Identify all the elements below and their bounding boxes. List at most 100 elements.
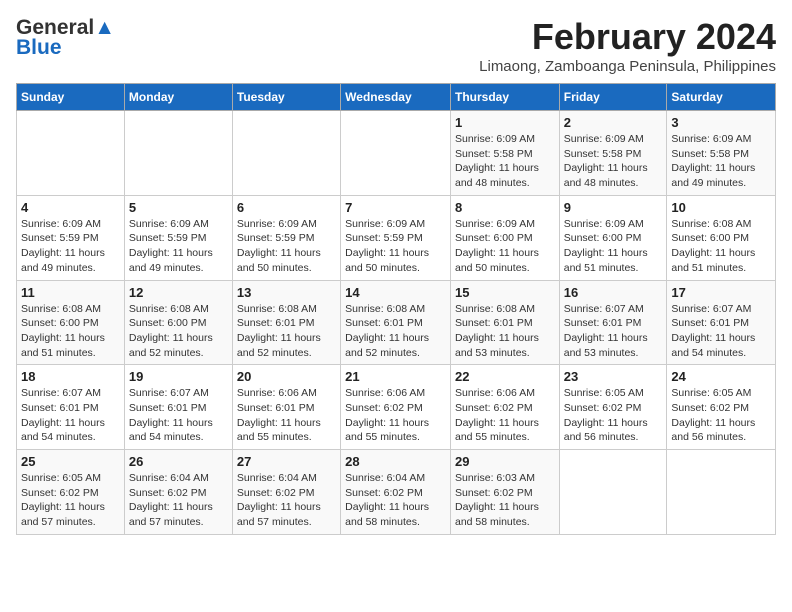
day-number: 21: [345, 369, 446, 384]
title-block: February 2024 Limaong, Zamboanga Peninsu…: [479, 16, 776, 75]
table-row: 21 Sunrise: 6:06 AM Sunset: 6:02 PM Dayli…: [341, 365, 451, 450]
day-content: Sunrise: 6:08 AM Sunset: 6:01 PM Dayligh…: [237, 302, 336, 361]
day-number: 9: [564, 200, 663, 215]
table-row: [667, 450, 776, 535]
table-row: 9 Sunrise: 6:09 AM Sunset: 6:00 PM Daylig…: [559, 195, 667, 280]
table-row: 3 Sunrise: 6:09 AM Sunset: 5:58 PM Daylig…: [667, 111, 776, 196]
day-number: 28: [345, 454, 446, 469]
day-content: Sunrise: 6:04 AM Sunset: 6:02 PM Dayligh…: [237, 471, 336, 530]
calendar-week-1: 1 Sunrise: 6:09 AM Sunset: 5:58 PM Daylig…: [17, 111, 776, 196]
logo: General▲ Blue: [16, 16, 115, 60]
day-number: 4: [21, 200, 120, 215]
table-row: 16Sunrise: 6:07 AM Sunset: 6:01 PM Dayli…: [559, 280, 667, 365]
day-number: 20: [237, 369, 336, 384]
day-number: 25: [21, 454, 120, 469]
table-row: 24 Sunrise: 6:05 AM Sunset: 6:02 PM Dayli…: [667, 365, 776, 450]
table-row: 19 Sunrise: 6:07 AM Sunset: 6:01 PM Dayli…: [124, 365, 232, 450]
calendar-week-4: 18Sunrise: 6:07 AM Sunset: 6:01 PM Dayli…: [17, 365, 776, 450]
table-row: 5 Sunrise: 6:09 AM Sunset: 5:59 PM Daylig…: [124, 195, 232, 280]
header-friday: Friday: [559, 84, 667, 111]
table-row: 28 Sunrise: 6:04 AM Sunset: 6:02 PM Dayli…: [341, 450, 451, 535]
table-row: 12 Sunrise: 6:08 AM Sunset: 6:00 PM Dayli…: [124, 280, 232, 365]
table-row: 11 Sunrise: 6:08 AM Sunset: 6:00 PM Dayli…: [17, 280, 125, 365]
day-content: Sunrise: 6:08 AM Sunset: 6:00 PM Dayligh…: [671, 217, 771, 276]
day-content: Sunrise: 6:06 AM Sunset: 6:02 PM Dayligh…: [455, 386, 555, 445]
day-content: Sunrise: 6:07 AM Sunset: 6:01 PM Dayligh…: [21, 386, 120, 445]
day-content: Sunrise: 6:09 AM Sunset: 6:00 PM Dayligh…: [455, 217, 555, 276]
day-number: 27: [237, 454, 336, 469]
table-row: 6 Sunrise: 6:09 AM Sunset: 5:59 PM Daylig…: [232, 195, 340, 280]
day-content: Sunrise: 6:09 AM Sunset: 5:59 PM Dayligh…: [129, 217, 228, 276]
table-row: 1 Sunrise: 6:09 AM Sunset: 5:58 PM Daylig…: [450, 111, 559, 196]
table-row: 22 Sunrise: 6:06 AM Sunset: 6:02 PM Dayli…: [450, 365, 559, 450]
day-number: 23: [564, 369, 663, 384]
table-row: 18Sunrise: 6:07 AM Sunset: 6:01 PM Dayli…: [17, 365, 125, 450]
header-wednesday: Wednesday: [341, 84, 451, 111]
month-title: February 2024: [479, 16, 776, 58]
table-row: [559, 450, 667, 535]
day-content: Sunrise: 6:07 AM Sunset: 6:01 PM Dayligh…: [671, 302, 771, 361]
calendar-header-row: Sunday Monday Tuesday Wednesday Thursday…: [17, 84, 776, 111]
table-row: 13 Sunrise: 6:08 AM Sunset: 6:01 PM Dayli…: [232, 280, 340, 365]
day-content: Sunrise: 6:03 AM Sunset: 6:02 PM Dayligh…: [455, 471, 555, 530]
day-content: Sunrise: 6:04 AM Sunset: 6:02 PM Dayligh…: [345, 471, 446, 530]
day-content: Sunrise: 6:09 AM Sunset: 6:00 PM Dayligh…: [564, 217, 663, 276]
day-content: Sunrise: 6:08 AM Sunset: 6:01 PM Dayligh…: [455, 302, 555, 361]
day-number: 24: [671, 369, 771, 384]
day-number: 12: [129, 285, 228, 300]
table-row: 10 Sunrise: 6:08 AM Sunset: 6:00 PM Dayli…: [667, 195, 776, 280]
table-row: 29Sunrise: 6:03 AM Sunset: 6:02 PM Dayli…: [450, 450, 559, 535]
day-number: 8: [455, 200, 555, 215]
day-content: Sunrise: 6:09 AM Sunset: 5:58 PM Dayligh…: [455, 132, 555, 191]
table-row: [232, 111, 340, 196]
header-sunday: Sunday: [17, 84, 125, 111]
day-content: Sunrise: 6:05 AM Sunset: 6:02 PM Dayligh…: [564, 386, 663, 445]
day-number: 1: [455, 115, 555, 130]
day-content: Sunrise: 6:09 AM Sunset: 5:59 PM Dayligh…: [21, 217, 120, 276]
table-row: 7 Sunrise: 6:09 AM Sunset: 5:59 PM Daylig…: [341, 195, 451, 280]
table-row: [341, 111, 451, 196]
day-number: 19: [129, 369, 228, 384]
day-content: Sunrise: 6:04 AM Sunset: 6:02 PM Dayligh…: [129, 471, 228, 530]
day-content: Sunrise: 6:06 AM Sunset: 6:02 PM Dayligh…: [345, 386, 446, 445]
table-row: 26 Sunrise: 6:04 AM Sunset: 6:02 PM Dayli…: [124, 450, 232, 535]
calendar-week-2: 4 Sunrise: 6:09 AM Sunset: 5:59 PM Daylig…: [17, 195, 776, 280]
day-number: 10: [671, 200, 771, 215]
day-number: 22: [455, 369, 555, 384]
day-content: Sunrise: 6:09 AM Sunset: 5:59 PM Dayligh…: [345, 217, 446, 276]
day-number: 13: [237, 285, 336, 300]
day-number: 5: [129, 200, 228, 215]
table-row: 2Sunrise: 6:09 AM Sunset: 5:58 PM Daylig…: [559, 111, 667, 196]
day-number: 2: [564, 115, 663, 130]
day-content: Sunrise: 6:09 AM Sunset: 5:58 PM Dayligh…: [671, 132, 771, 191]
table-row: 23 Sunrise: 6:05 AM Sunset: 6:02 PM Dayli…: [559, 365, 667, 450]
day-number: 11: [21, 285, 120, 300]
day-number: 3: [671, 115, 771, 130]
day-content: Sunrise: 6:05 AM Sunset: 6:02 PM Dayligh…: [21, 471, 120, 530]
day-content: Sunrise: 6:08 AM Sunset: 6:00 PM Dayligh…: [129, 302, 228, 361]
day-content: Sunrise: 6:09 AM Sunset: 5:59 PM Dayligh…: [237, 217, 336, 276]
table-row: 15 Sunrise: 6:08 AM Sunset: 6:01 PM Dayli…: [450, 280, 559, 365]
day-content: Sunrise: 6:08 AM Sunset: 6:00 PM Dayligh…: [21, 302, 120, 361]
day-number: 15: [455, 285, 555, 300]
table-row: 17 Sunrise: 6:07 AM Sunset: 6:01 PM Dayli…: [667, 280, 776, 365]
table-row: 8 Sunrise: 6:09 AM Sunset: 6:00 PM Daylig…: [450, 195, 559, 280]
day-content: Sunrise: 6:05 AM Sunset: 6:02 PM Dayligh…: [671, 386, 771, 445]
day-number: 6: [237, 200, 336, 215]
page-header: General▲ Blue February 2024 Limaong, Zam…: [16, 16, 776, 75]
day-content: Sunrise: 6:07 AM Sunset: 6:01 PM Dayligh…: [129, 386, 228, 445]
day-number: 17: [671, 285, 771, 300]
day-content: Sunrise: 6:08 AM Sunset: 6:01 PM Dayligh…: [345, 302, 446, 361]
table-row: 27 Sunrise: 6:04 AM Sunset: 6:02 PM Dayli…: [232, 450, 340, 535]
day-number: 7: [345, 200, 446, 215]
header-saturday: Saturday: [667, 84, 776, 111]
calendar-week-5: 25 Sunrise: 6:05 AM Sunset: 6:02 PM Dayli…: [17, 450, 776, 535]
day-number: 26: [129, 454, 228, 469]
table-row: [124, 111, 232, 196]
table-row: 4 Sunrise: 6:09 AM Sunset: 5:59 PM Daylig…: [17, 195, 125, 280]
day-content: Sunrise: 6:07 AM Sunset: 6:01 PM Dayligh…: [564, 302, 663, 361]
header-thursday: Thursday: [450, 84, 559, 111]
table-row: 25 Sunrise: 6:05 AM Sunset: 6:02 PM Dayli…: [17, 450, 125, 535]
header-tuesday: Tuesday: [232, 84, 340, 111]
location-title: Limaong, Zamboanga Peninsula, Philippine…: [479, 58, 776, 75]
